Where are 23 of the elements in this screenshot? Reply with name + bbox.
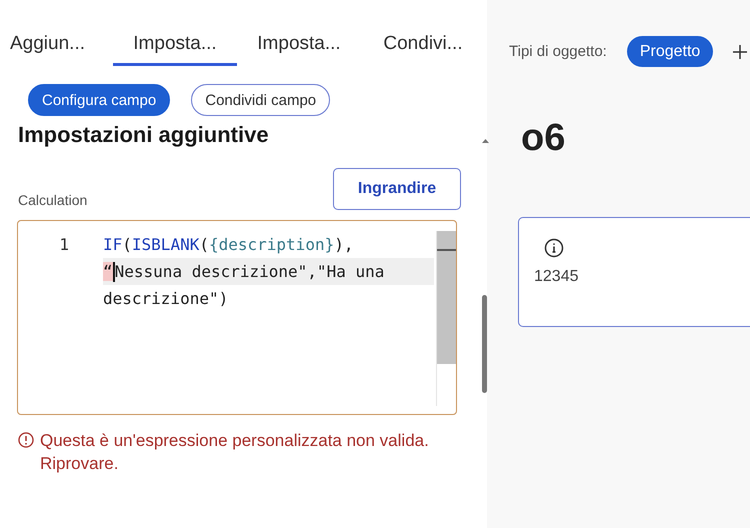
error-message: Questa è un'espressione personalizzata non valida. Riprovare. (40, 430, 430, 475)
expand-button[interactable]: Ingrandire (333, 168, 461, 210)
code-line: descrizione") (103, 288, 230, 310)
line-number: 1 (59, 235, 69, 254)
scrollbar[interactable] (482, 295, 487, 393)
scrollbar[interactable] (436, 231, 456, 406)
info-icon[interactable] (544, 238, 564, 258)
code-editor[interactable]: 1 IF(ISBLANK({description}), “Nessuna descrizione","Ha una descrizione") (17, 220, 457, 415)
record-title: o6 (521, 117, 566, 160)
tab[interactable]: Condivi... (361, 30, 485, 66)
tab[interactable]: Imposta... (113, 30, 237, 66)
scroll-up-icon[interactable] (482, 138, 489, 144)
tab[interactable]: Aggiun... (0, 30, 113, 66)
warning-icon (18, 432, 34, 448)
object-type-tag[interactable]: Progetto (626, 36, 714, 67)
code-line: IF(ISBLANK({description}), (103, 234, 354, 256)
tab[interactable]: Imposta... (237, 30, 361, 66)
object-types-label: Tipi di oggetto: (509, 43, 607, 60)
mode-button[interactable]: Condividi campo (191, 84, 330, 116)
section-heading: Impostazioni aggiuntive (18, 122, 269, 148)
field-label: Calculation (18, 192, 88, 210)
mode-button[interactable]: Configura campo (28, 84, 170, 116)
field-value: 12345 (534, 268, 578, 286)
